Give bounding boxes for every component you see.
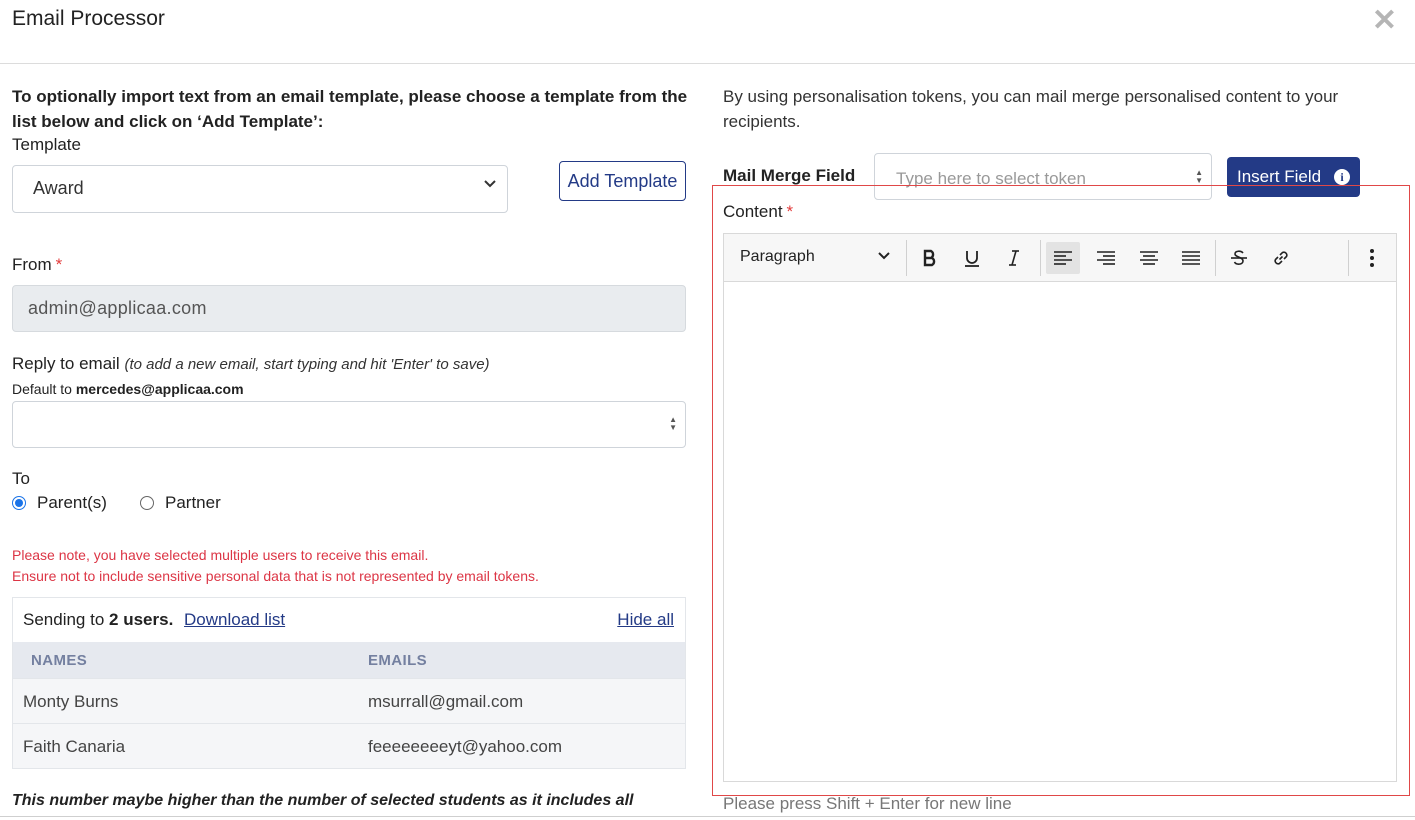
content-label: Content * bbox=[723, 202, 793, 222]
recipients-panel: Sending to 2 users. Download list Hide a… bbox=[12, 597, 686, 769]
modal-title: Email Processor bbox=[12, 7, 165, 30]
toolbar-divider bbox=[1215, 240, 1216, 276]
warning-sensitive-data: Ensure not to include sensitive personal… bbox=[12, 568, 539, 584]
reply-label-text: Reply to email bbox=[12, 354, 120, 373]
radio-partner[interactable] bbox=[140, 496, 154, 510]
reply-email-input[interactable]: ▲ ▼ bbox=[12, 401, 686, 448]
select-arrows-icon: ▲ ▼ bbox=[669, 415, 677, 432]
to-option-parents[interactable]: Parent(s) bbox=[12, 493, 107, 513]
bold-icon[interactable] bbox=[913, 242, 947, 274]
strikethrough-icon[interactable] bbox=[1222, 242, 1256, 274]
required-mark: * bbox=[786, 202, 794, 221]
mail-merge-label: Mail Merge Field bbox=[723, 166, 856, 185]
to-label: To bbox=[12, 469, 30, 488]
reply-default-email: mercedes@applicaa.com bbox=[75, 381, 244, 397]
table-header: NAMES EMAILS bbox=[13, 642, 685, 678]
from-label: From * bbox=[12, 255, 62, 275]
from-label-text: From bbox=[12, 255, 52, 274]
chevron-down-icon[interactable] bbox=[877, 248, 891, 267]
sending-summary: Sending to 2 users. Download list bbox=[23, 610, 285, 630]
align-right-icon[interactable] bbox=[1089, 242, 1123, 274]
template-label: Template bbox=[12, 135, 81, 154]
row-email: msurrall@gmail.com bbox=[368, 692, 524, 711]
from-field: admin@applicaa.com bbox=[12, 285, 686, 332]
align-justify-icon[interactable] bbox=[1174, 242, 1208, 274]
rich-text-editor: Paragraph bbox=[723, 233, 1397, 782]
warning-multiple-users: Please note, you have selected multiple … bbox=[12, 547, 429, 563]
more-options-icon[interactable] bbox=[1355, 242, 1389, 274]
toolbar-divider bbox=[906, 240, 907, 276]
modal-header: Email Processor ✕ bbox=[0, 0, 1415, 64]
column-emails: EMAILS bbox=[368, 652, 428, 669]
merge-intro: By using personalisation tokens, you can… bbox=[723, 87, 1339, 131]
sending-prefix: Sending to bbox=[23, 610, 105, 629]
row-name: Faith Canaria bbox=[23, 737, 126, 756]
toolbar-divider bbox=[1348, 240, 1349, 276]
from-value: admin@applicaa.com bbox=[28, 298, 207, 318]
row-name: Monty Burns bbox=[23, 692, 119, 711]
link-icon[interactable] bbox=[1264, 242, 1298, 274]
editor-toolbar: Paragraph bbox=[724, 234, 1396, 282]
underline-icon[interactable] bbox=[955, 242, 989, 274]
column-names: NAMES bbox=[31, 652, 88, 669]
template-select[interactable]: Award bbox=[12, 165, 508, 213]
paragraph-format-select[interactable]: Paragraph bbox=[740, 248, 815, 266]
toolbar-divider bbox=[1040, 240, 1041, 276]
chevron-down-icon bbox=[483, 176, 497, 195]
to-option-partner-label: Partner bbox=[165, 493, 221, 512]
reply-label: Reply to email (to add a new email, star… bbox=[12, 354, 490, 374]
reply-hint: (to add a new email, start typing and hi… bbox=[124, 356, 490, 373]
sending-count: 2 users. bbox=[109, 610, 174, 629]
editor-hint: Please press Shift + Enter for new line bbox=[723, 794, 1012, 813]
to-option-parents-label: Parent(s) bbox=[37, 493, 107, 512]
radio-parents[interactable] bbox=[12, 496, 26, 510]
table-row: Monty Burns msurrall@gmail.com bbox=[13, 678, 685, 723]
editor-content-area[interactable] bbox=[724, 282, 1396, 781]
close-icon[interactable]: ✕ bbox=[1372, 6, 1397, 36]
reply-default-prefix: Default to bbox=[12, 381, 72, 397]
to-option-partner[interactable]: Partner bbox=[140, 493, 221, 513]
table-row: Faith Canaria feeeeeeeeyt@yahoo.com bbox=[13, 723, 685, 768]
align-left-icon[interactable] bbox=[1046, 242, 1080, 274]
template-intro: To optionally import text from an email … bbox=[12, 87, 688, 131]
hide-all-link[interactable]: Hide all bbox=[617, 610, 674, 630]
select-arrows-icon: ▲ ▼ bbox=[1195, 168, 1203, 185]
content-label-text: Content bbox=[723, 202, 783, 221]
bottom-divider bbox=[0, 816, 1415, 817]
template-select-value: Award bbox=[33, 178, 84, 198]
required-mark: * bbox=[55, 255, 63, 274]
add-template-button[interactable]: Add Template bbox=[559, 161, 686, 201]
reply-default: Default to mercedes@applicaa.com bbox=[12, 381, 244, 397]
download-list-link[interactable]: Download list bbox=[184, 610, 285, 629]
row-email: feeeeeeeeyt@yahoo.com bbox=[368, 737, 562, 756]
italic-icon[interactable] bbox=[997, 242, 1031, 274]
info-icon: i bbox=[1334, 169, 1351, 185]
align-center-icon[interactable] bbox=[1132, 242, 1166, 274]
insert-field-label: Insert Field bbox=[1237, 167, 1322, 186]
recipient-count-note: This number maybe higher than the number… bbox=[12, 792, 634, 809]
